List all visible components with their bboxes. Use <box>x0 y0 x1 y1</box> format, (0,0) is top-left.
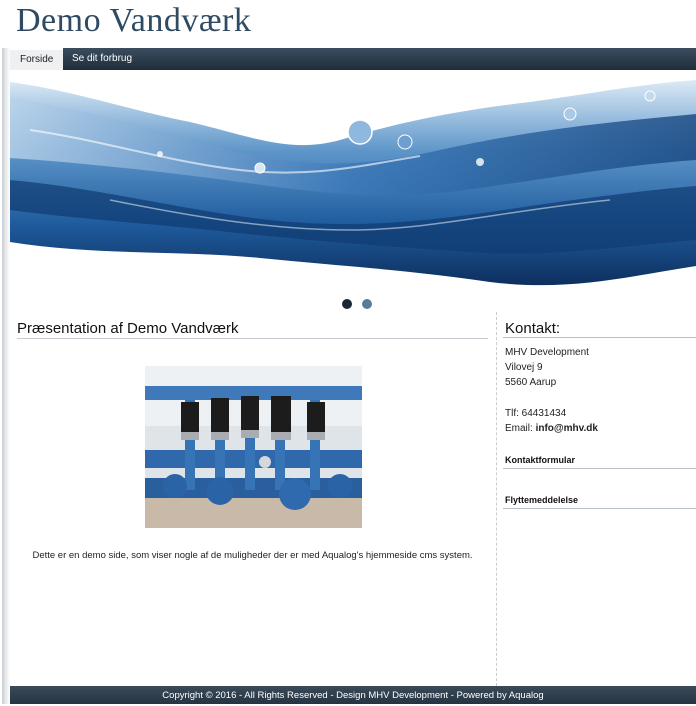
contact-email-link[interactable]: info@mhv.dk <box>536 423 598 434</box>
hero-water-banner <box>10 70 696 294</box>
site-title: Demo Vandværk <box>16 2 252 39</box>
contact-form-link[interactable]: Kontaktformular <box>505 455 575 465</box>
contact-heading: Kontakt: <box>505 320 561 337</box>
pump-station-photo <box>145 366 362 528</box>
heading-divider <box>17 338 488 339</box>
moving-notice-divider <box>503 508 696 509</box>
footer-copyright: Copyright © 2016 - All Rights Reserved -… <box>162 690 544 701</box>
nav-item-se-dit-forbrug[interactable]: Se dit forbrug <box>62 48 142 70</box>
nav-item-forside[interactable]: Forside <box>10 48 64 70</box>
contact-email-row: Email: info@mhv.dk <box>505 423 598 434</box>
contact-phone: Tlf: 64431434 <box>505 408 567 419</box>
contact-form-divider <box>503 468 696 469</box>
contact-street: Vilovej 9 <box>505 362 543 373</box>
column-divider <box>496 312 498 686</box>
moving-notice-link[interactable]: Flyttemeddelelse <box>505 495 578 505</box>
main-navbar: Forside Se dit forbrug <box>10 48 696 70</box>
intro-text: Dette er en demo side, som viser nogle a… <box>32 550 473 561</box>
footer: Copyright © 2016 - All Rights Reserved -… <box>10 686 696 704</box>
slider-dot-2[interactable] <box>362 299 372 309</box>
contact-heading-divider <box>503 337 696 338</box>
contact-city: 5560 Aarup <box>505 377 557 388</box>
slider-dot-1[interactable] <box>342 299 352 309</box>
contact-email-label: Email: <box>505 423 536 434</box>
left-shadow-bar <box>2 48 10 704</box>
contact-company: MHV Development <box>505 347 589 358</box>
page-heading: Præsentation af Demo Vandværk <box>17 320 239 337</box>
